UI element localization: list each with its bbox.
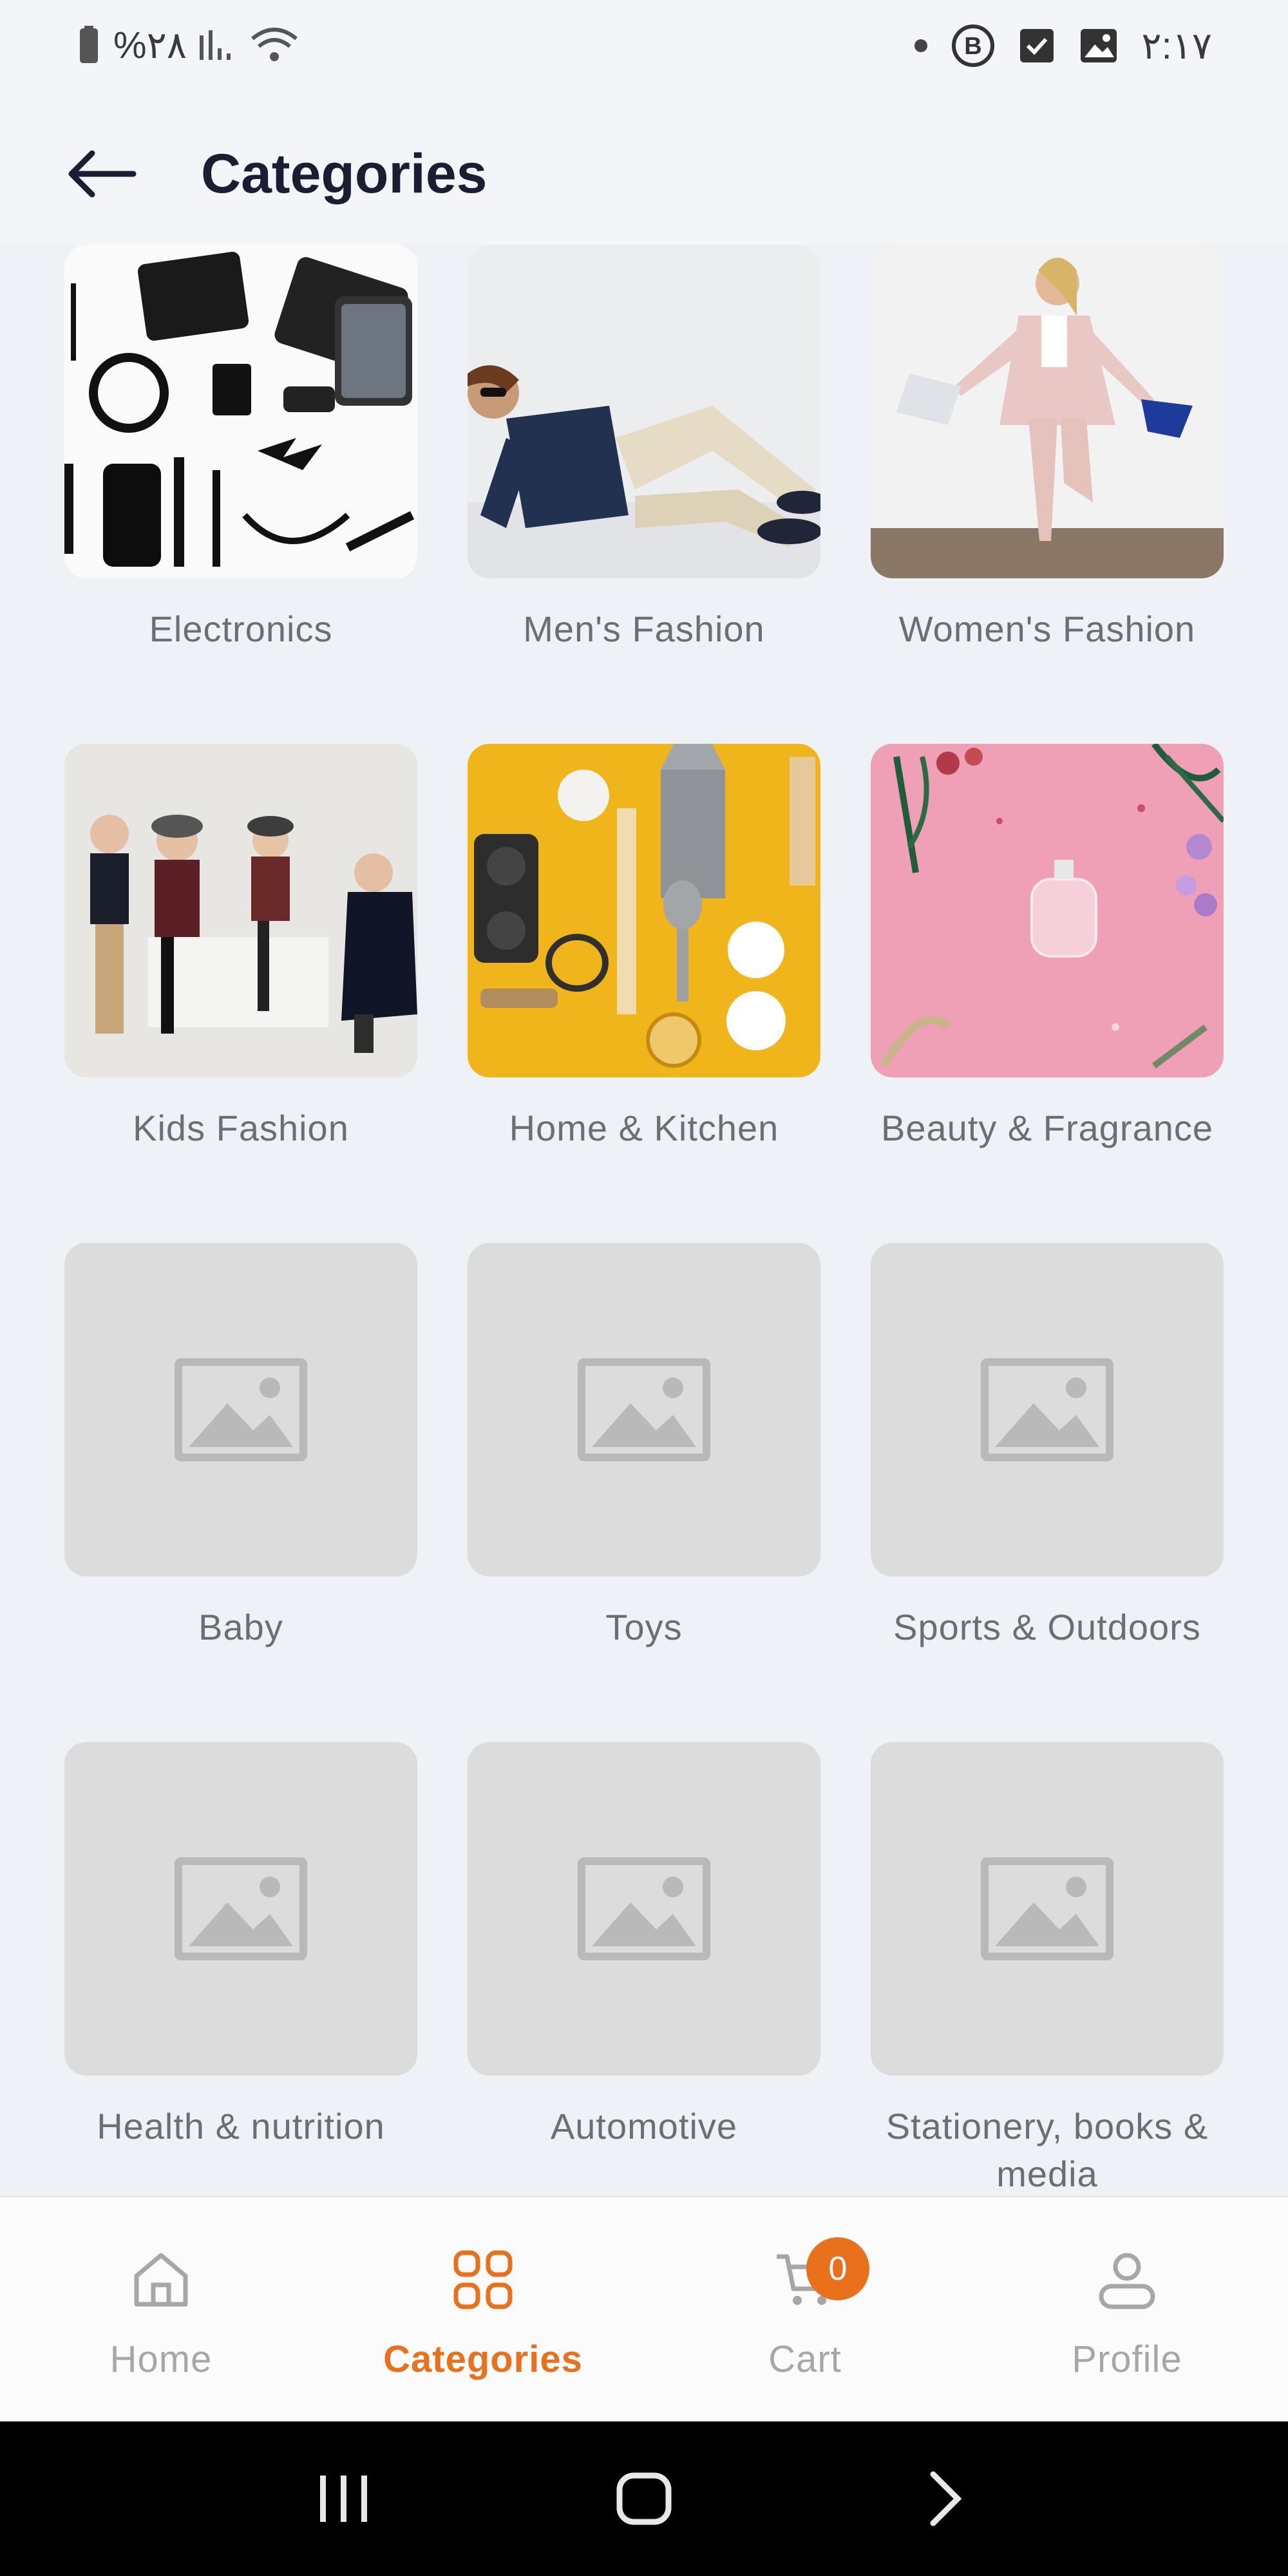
placeholder-image-icon [871, 1742, 1224, 2076]
category-label: Kids Fashion [133, 1108, 349, 1148]
b-app-icon: B [951, 23, 996, 68]
home-icon [134, 2253, 188, 2307]
checkbox-app-icon [1018, 26, 1056, 65]
category-label: Men's Fashion [523, 609, 765, 649]
nav-label-home: Home [109, 2338, 213, 2380]
status-time: ۲:۱۷ [1141, 25, 1212, 67]
recent-apps-icon [320, 2476, 368, 2522]
sports-outdoors-image [871, 1243, 1224, 1577]
placeholder-image-icon [468, 1243, 820, 1577]
placeholder-image-icon [871, 1243, 1224, 1577]
system-navigation-bar [0, 2421, 1288, 2576]
category-tile-beauty-fragrance[interactable]: Beauty & Fragrance [871, 744, 1224, 1243]
toys-image [468, 1243, 820, 1577]
beauty-fragrance-image [871, 744, 1224, 1077]
wifi-icon [249, 26, 300, 64]
page-title: Categories [201, 142, 488, 205]
category-label: Sports & Outdoors [893, 1607, 1201, 1647]
nav-label-cart: Cart [768, 2338, 842, 2380]
category-tile-mens-fashion[interactable]: Men's Fashion [468, 245, 820, 744]
category-tile-home-kitchen[interactable]: Home & Kitchen [468, 744, 820, 1243]
notification-dot-icon [913, 38, 929, 53]
nav-item-categories[interactable]: Categories [322, 2197, 644, 2421]
automotive-image [468, 1742, 820, 2076]
gallery-app-icon [1078, 26, 1119, 65]
home-kitchen-image [468, 744, 820, 1077]
category-tile-toys[interactable]: Toys [468, 1243, 820, 1742]
nav-item-profile[interactable]: Profile [966, 2197, 1288, 2421]
category-tile-baby[interactable]: Baby [64, 1243, 417, 1742]
health-nutrition-image [64, 1742, 417, 2076]
category-tile-automotive[interactable]: Automotive [468, 1742, 820, 2196]
home-square-icon [616, 2472, 672, 2525]
category-label: Stationery, books & media [886, 2106, 1209, 2194]
category-tile-kids-fashion[interactable]: Kids Fashion [64, 744, 417, 1243]
category-tile-sports-outdoors[interactable]: Sports & Outdoors [871, 1243, 1224, 1742]
bottom-navigation: Home Categories 0 Cart Profile [0, 2196, 1288, 2421]
category-grid: Electronics Men's Fashion Women's Fashio… [64, 245, 1224, 2196]
back-button[interactable] [57, 129, 147, 219]
category-tile-womens-fashion[interactable]: Women's Fashion [871, 245, 1224, 744]
womens-fashion-image [871, 245, 1224, 578]
category-tile-electronics[interactable]: Electronics [64, 245, 417, 744]
back-system-button[interactable] [900, 2454, 990, 2544]
category-label: Home & Kitchen [509, 1108, 779, 1148]
cart-count-badge: 0 [806, 2237, 869, 2300]
category-label: Women's Fashion [898, 609, 1196, 649]
category-label: Baby [198, 1607, 283, 1647]
kids-fashion-image [64, 744, 417, 1077]
category-label: Toys [605, 1607, 683, 1647]
category-label: Beauty & Fragrance [880, 1108, 1214, 1148]
recent-apps-button[interactable] [298, 2454, 388, 2544]
svg-text:B: B [965, 33, 982, 60]
baby-image [64, 1243, 417, 1577]
status-left: %۲۸ [76, 23, 300, 67]
placeholder-image-icon [468, 1742, 820, 2076]
chevron-right-icon [930, 2471, 962, 2526]
category-tile-stationery-books-media[interactable]: Stationery, books & media [871, 1742, 1224, 2196]
category-label: Electronics [149, 609, 333, 649]
stationery-books-media-image [871, 1742, 1224, 2076]
nav-label-categories: Categories [383, 2338, 583, 2380]
category-label: Health & nutrition [97, 2106, 385, 2146]
app-bar: Categories [0, 90, 1288, 245]
electronics-image [64, 245, 417, 578]
arrow-left-icon [68, 150, 137, 198]
status-bar: %۲۸ B ۲:۱۷ [0, 0, 1288, 90]
category-label: Automotive [550, 2106, 738, 2146]
status-right: B ۲:۱۷ [913, 23, 1212, 68]
battery-icon [76, 26, 102, 64]
mens-fashion-image [468, 245, 820, 578]
nav-label-profile: Profile [1072, 2338, 1182, 2380]
signal-icon [198, 29, 237, 61]
categories-icon [453, 2250, 513, 2309]
battery-percent: %۲۸ [113, 24, 187, 66]
placeholder-image-icon [64, 1243, 417, 1577]
category-tile-health-nutrition[interactable]: Health & nutrition [64, 1742, 417, 2196]
profile-icon [1099, 2253, 1155, 2309]
nav-item-home[interactable]: Home [0, 2197, 322, 2421]
nav-item-cart[interactable]: 0 Cart [644, 2197, 966, 2421]
category-grid-area: Electronics Men's Fashion Women's Fashio… [0, 245, 1288, 2196]
placeholder-image-icon [64, 1742, 417, 2076]
home-system-button[interactable] [599, 2454, 689, 2544]
